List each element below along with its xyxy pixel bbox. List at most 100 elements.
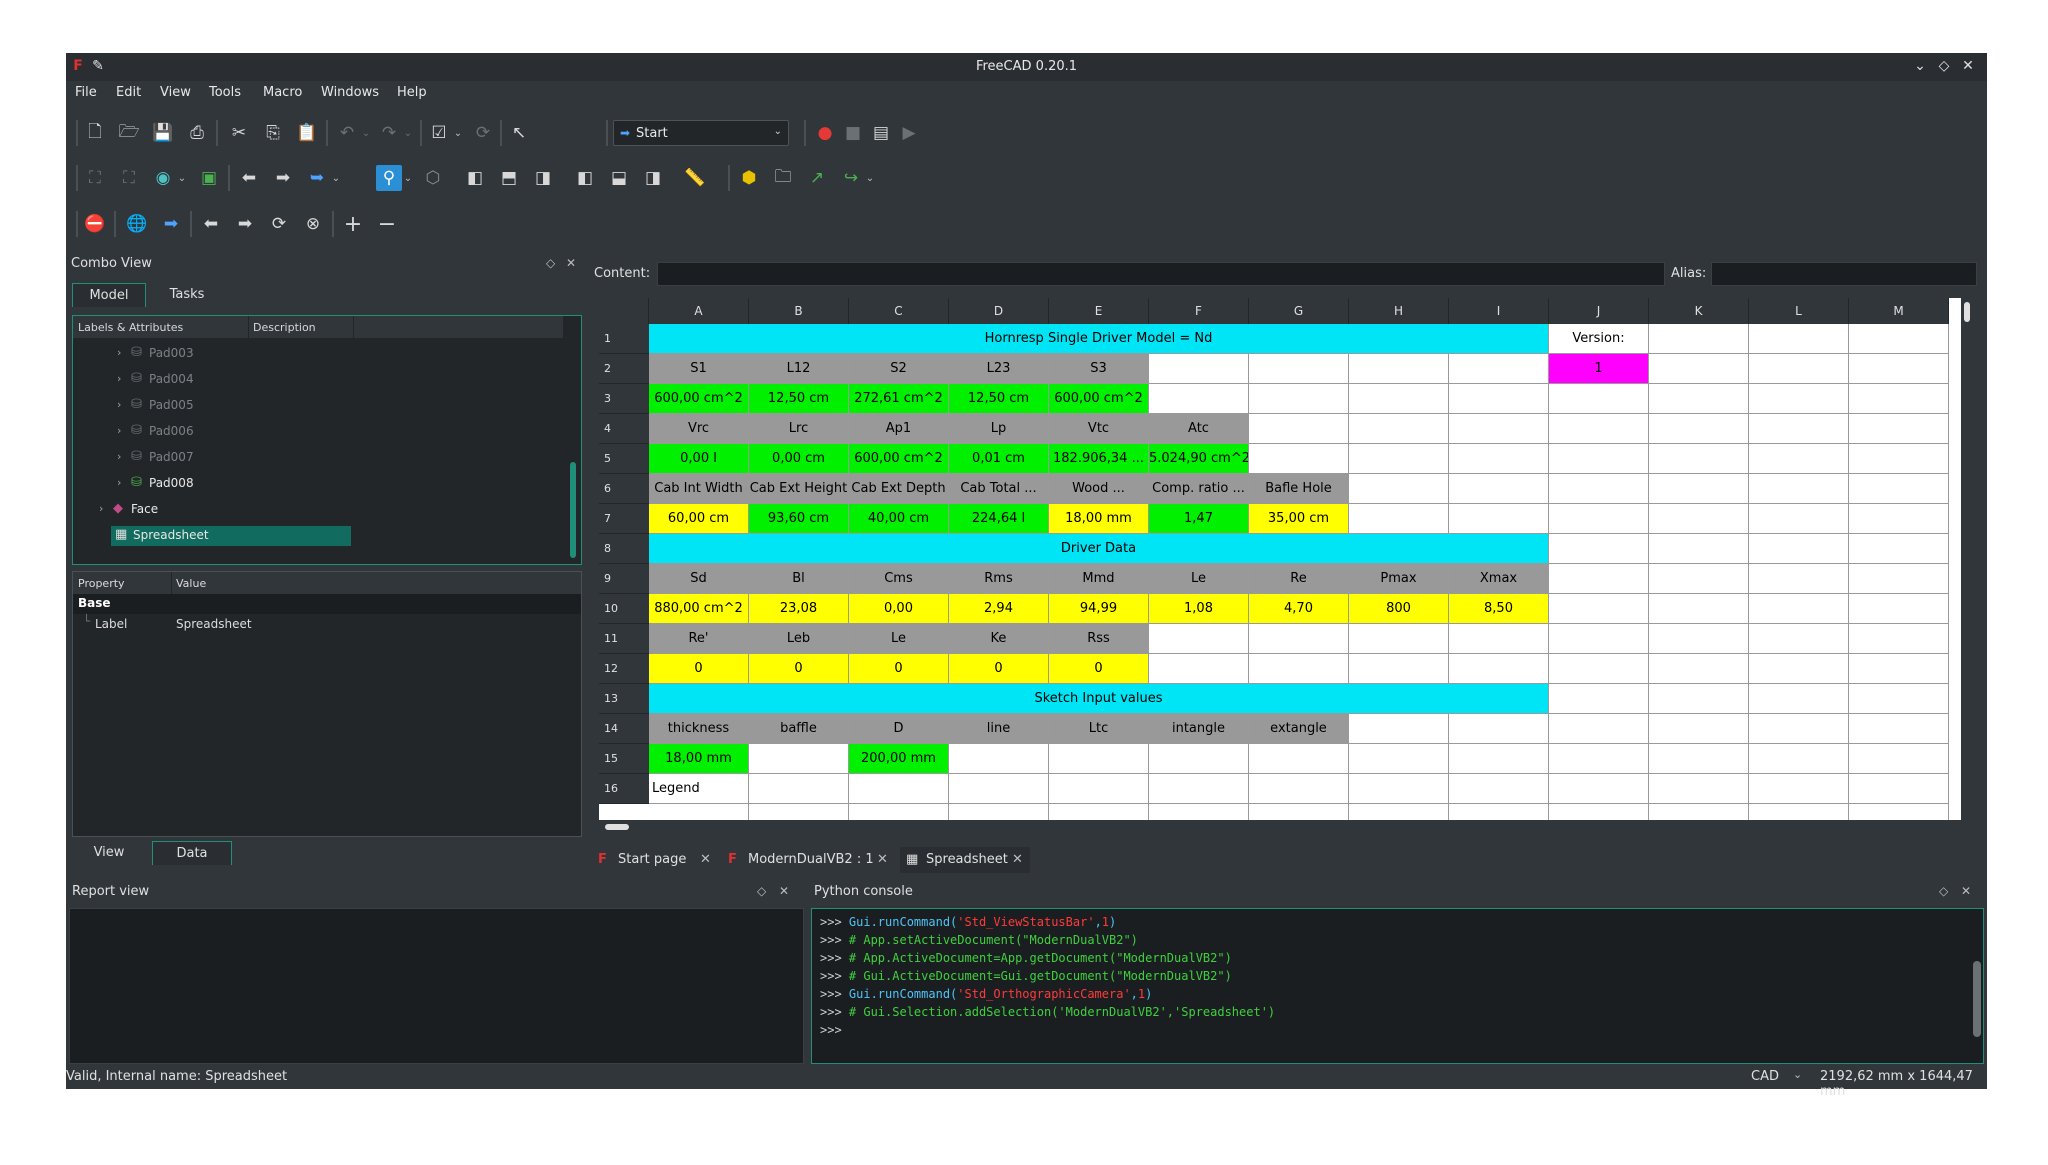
open-document-icon[interactable]: 🗁 [116,120,142,146]
restore-icon[interactable]: ◇ [1936,58,1952,74]
expand-arrow-icon[interactable]: › [117,372,121,385]
cell[interactable]: 18,00 mm [649,744,749,774]
tree-header-labels[interactable]: Labels & Attributes [78,321,183,334]
cell[interactable] [1849,414,1949,444]
property-header-property[interactable]: Property [78,577,125,590]
web-refresh-icon[interactable]: ⟳ [266,211,292,237]
cell[interactable] [1749,774,1849,804]
tab-data[interactable]: Data [152,841,232,865]
row-header[interactable]: 1 [599,324,649,354]
cell[interactable]: 0,00 l [649,444,749,474]
cell[interactable] [1449,744,1549,774]
new-document-icon[interactable]: 🗋 [82,120,108,146]
row-header[interactable]: 12 [599,654,649,684]
column-header[interactable]: F [1149,298,1249,324]
cell[interactable] [1349,444,1449,474]
macro-record-icon[interactable]: ● [812,120,838,146]
row-header[interactable]: 2 [599,354,649,384]
cell[interactable] [1649,594,1749,624]
measure-icon[interactable]: 📏 [682,165,708,191]
cell[interactable] [1449,624,1549,654]
cell[interactable]: 0 [749,654,849,684]
cell[interactable] [1549,534,1649,564]
cell[interactable] [1849,714,1949,744]
cell[interactable]: 12,50 cm [949,384,1049,414]
alias-input[interactable] [1711,262,1977,286]
cell[interactable] [1349,354,1449,384]
cell[interactable]: Ltc [1049,714,1149,744]
cell[interactable]: Hornresp Single Driver Model = Nd [649,324,1549,354]
close-tab-icon[interactable]: ✕ [700,852,711,867]
cell[interactable]: 800 [1349,594,1449,624]
cell[interactable]: 224,64 l [949,504,1049,534]
save-icon[interactable]: 💾 [150,120,176,146]
close-panel-icon[interactable]: ✕ [566,256,576,270]
row-header[interactable]: 15 [599,744,649,774]
cell[interactable] [1749,714,1849,744]
cell[interactable] [1449,414,1549,444]
macro-editor-icon[interactable]: ▤ [868,120,894,146]
cell[interactable]: 4,70 [1249,594,1349,624]
cell[interactable]: 600,00 cm^2 [849,444,949,474]
cell[interactable] [1849,564,1949,594]
redo-icon[interactable]: ↷ [376,120,402,146]
undo-dropdown-icon[interactable]: ⌄ [360,120,372,146]
report-view-output[interactable] [69,908,804,1064]
cell[interactable] [1249,444,1349,474]
cell[interactable]: S2 [849,354,949,384]
python-console-output[interactable]: >>> Gui.runCommand('Std_ViewStatusBar',1… [811,908,1984,1064]
cell[interactable] [849,774,949,804]
web-home-icon[interactable]: 🌐 [124,211,150,237]
cell[interactable]: Bafle Hole [1249,474,1349,504]
row-header[interactable]: 4 [599,414,649,444]
cell[interactable] [1449,384,1549,414]
column-header[interactable]: D [949,298,1049,324]
cell[interactable] [1149,384,1249,414]
cell[interactable] [1249,624,1349,654]
cell[interactable]: Sketch Input values [649,684,1549,714]
cell[interactable]: 0 [849,654,949,684]
bottom-view-icon[interactable]: ⬓ [606,165,632,191]
macro-execute-icon[interactable]: ▶ [896,120,922,146]
workbench-selector[interactable]: ➡ Start ⌄ [613,120,789,146]
cell[interactable] [1549,744,1649,774]
copy-icon[interactable]: ⎘ [260,120,286,146]
cell[interactable]: Cms [849,564,949,594]
column-header[interactable]: B [749,298,849,324]
close-tab-icon[interactable]: ✕ [1012,852,1023,867]
tab-model[interactable]: Model [72,283,146,307]
right-view-icon[interactable]: ◨ [530,165,556,191]
cell[interactable] [1449,354,1549,384]
cell[interactable]: 60,00 cm [649,504,749,534]
cell[interactable] [1849,744,1949,774]
tree-item[interactable]: › ⛁ Pad005 [117,396,357,416]
cell[interactable] [1749,354,1849,384]
cell[interactable] [1749,444,1849,474]
cell[interactable] [1349,654,1449,684]
cell[interactable]: Sd [649,564,749,594]
cell[interactable]: Rss [1049,624,1149,654]
cell[interactable] [1749,654,1849,684]
column-header[interactable]: K [1649,298,1749,324]
web-stop-icon[interactable]: ⛔ [82,211,108,237]
cell[interactable] [1649,654,1749,684]
minimize-icon[interactable]: ⌄ [1912,58,1928,74]
row-header[interactable]: 3 [599,384,649,414]
row-header[interactable]: 8 [599,534,649,564]
menu-help[interactable]: Help [397,85,427,100]
row-header[interactable]: 7 [599,504,649,534]
menu-macro[interactable]: Macro [263,85,302,100]
cell[interactable] [1149,624,1249,654]
cell[interactable]: L12 [749,354,849,384]
cell[interactable]: 1,08 [1149,594,1249,624]
cell[interactable] [1449,504,1549,534]
web-forward-icon[interactable]: ➡ [232,211,258,237]
cell[interactable]: 600,00 cm^2 [1049,384,1149,414]
tree-item[interactable]: › ⛁ Pad008 [117,474,357,494]
cell[interactable] [1649,744,1749,774]
cell[interactable] [1849,594,1949,624]
row-header[interactable]: 13 [599,684,649,714]
cell[interactable]: 93,60 cm [749,504,849,534]
cell[interactable] [1549,504,1649,534]
cell[interactable] [1449,474,1549,504]
